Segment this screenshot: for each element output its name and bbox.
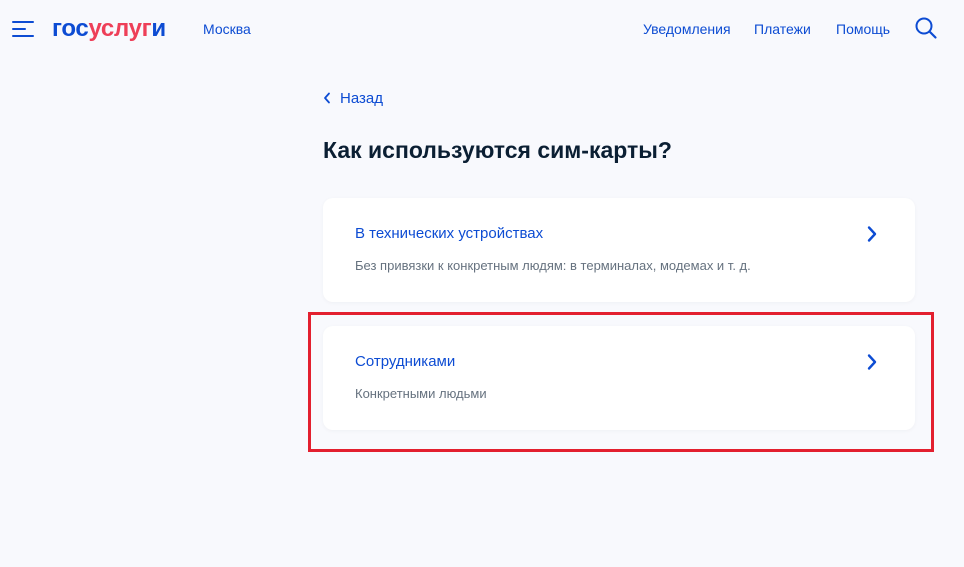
chevron-right-icon bbox=[866, 225, 878, 243]
header: госуслуги Москва Уведомления Платежи Пом… bbox=[0, 0, 964, 58]
option-description: Конкретными людьми bbox=[355, 386, 487, 401]
logo[interactable]: госуслуги bbox=[52, 14, 166, 44]
nav-notifications[interactable]: Уведомления bbox=[643, 20, 731, 38]
chevron-right-icon bbox=[866, 353, 878, 371]
back-link[interactable]: Назад bbox=[322, 88, 383, 108]
option-title: Сотрудниками bbox=[355, 353, 456, 370]
burger-menu-icon[interactable] bbox=[12, 19, 34, 39]
page-title: Как используются сим-карты? bbox=[323, 137, 672, 163]
option-description: Без привязки к конкретным людям: в терми… bbox=[355, 258, 751, 273]
option-title: В технических устройствах bbox=[355, 225, 544, 242]
option-card-technical-devices[interactable]: В технических устройствах Без привязки к… bbox=[323, 198, 915, 302]
nav-payments[interactable]: Платежи bbox=[754, 20, 811, 38]
chevron-left-icon bbox=[322, 91, 332, 105]
nav-help[interactable]: Помощь bbox=[836, 20, 890, 38]
search-icon[interactable] bbox=[914, 16, 938, 40]
page: госуслуги Москва Уведомления Платежи Пом… bbox=[0, 0, 964, 567]
city-selector[interactable]: Москва bbox=[203, 20, 251, 38]
back-label: Назад bbox=[340, 89, 383, 107]
option-card-employees[interactable]: Сотрудниками Конкретными людьми bbox=[323, 326, 915, 430]
